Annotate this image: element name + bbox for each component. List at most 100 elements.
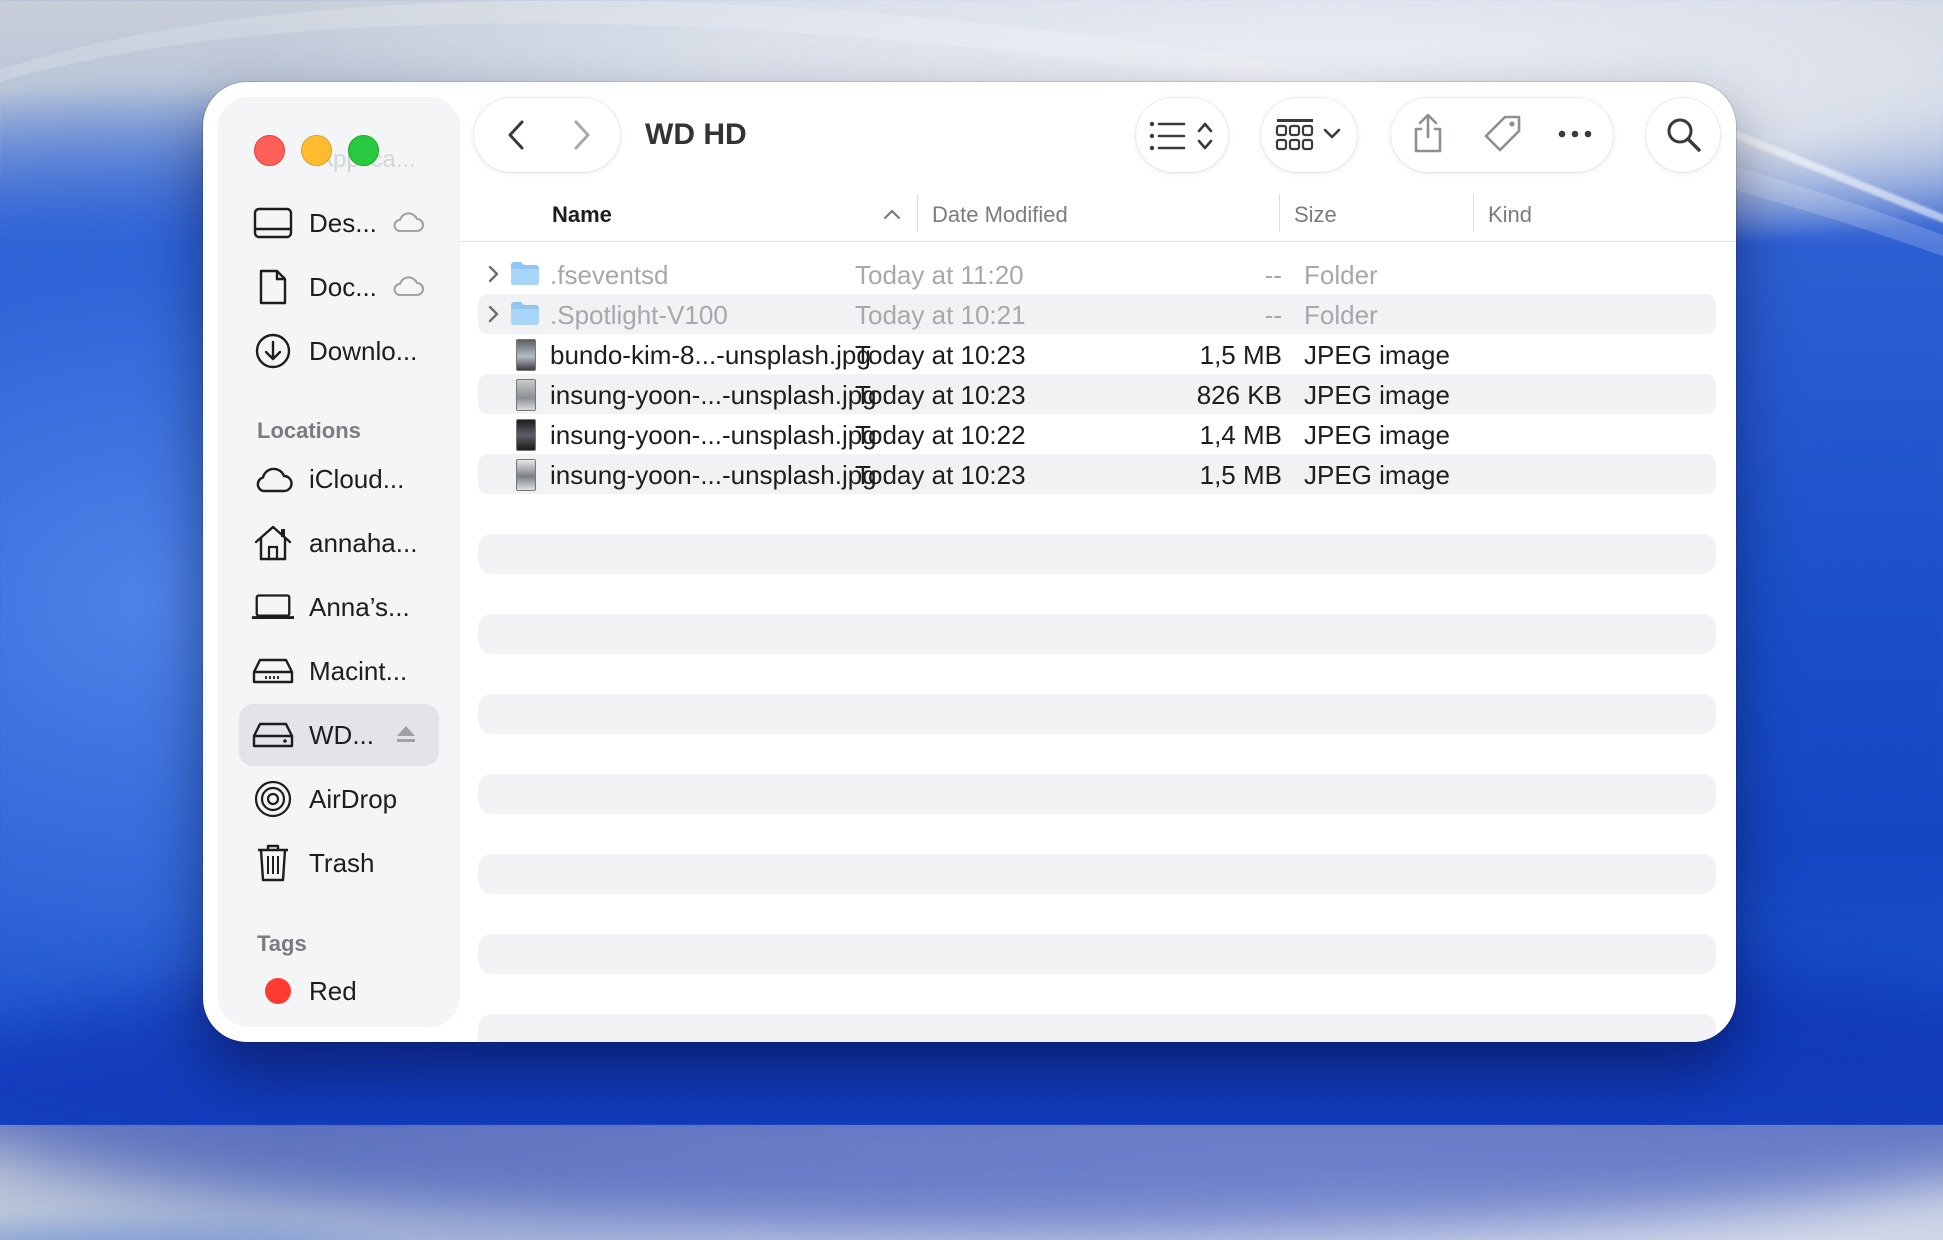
sidebar-item-documents[interactable]: Doc... [239, 256, 439, 318]
search-button[interactable] [1646, 98, 1720, 172]
table-row[interactable]: bundo-kim-8...-unsplash.jpg Today at 10:… [478, 334, 1716, 374]
file-kind: JPEG image [1304, 460, 1450, 490]
file-name: insung-yoon-...-unsplash.jpg [550, 380, 877, 410]
image-thumbnail-icon [516, 379, 536, 411]
empty-row [478, 934, 1716, 974]
sidebar-item-downloads[interactable]: Downlo... [239, 320, 439, 382]
document-icon [251, 265, 295, 309]
table-row[interactable]: insung-yoon-...-unsplash.jpg Today at 10… [478, 374, 1716, 414]
sidebar-item-home[interactable]: annaha... [239, 512, 439, 574]
sidebar-item-label: Red [309, 975, 357, 1006]
file-name: .Spotlight-V100 [550, 300, 728, 330]
sidebar: Applica... Des... Doc... [219, 98, 459, 1026]
file-date: Today at 10:23 [855, 380, 1026, 410]
more-icon[interactable] [1557, 128, 1593, 140]
sidebar-item-laptop[interactable]: Anna’s... [239, 576, 439, 638]
image-thumbnail-icon [516, 339, 536, 371]
chevron-left-icon[interactable] [498, 117, 534, 153]
internal-disk-icon [251, 649, 295, 693]
share-icon[interactable] [1411, 112, 1445, 154]
table-row[interactable]: insung-yoon-...-unsplash.jpg Today at 10… [478, 414, 1716, 454]
file-kind: Folder [1304, 260, 1378, 290]
file-size: 1,4 MB [1199, 420, 1282, 450]
sidebar-item-label: WD... [309, 719, 374, 750]
file-date: Today at 10:21 [855, 300, 1026, 330]
sidebar-item-label: Doc... [309, 271, 377, 302]
sidebar-item-label: Des... [309, 207, 377, 238]
sidebar-item-label: Trash [309, 847, 375, 878]
sidebar-item-desktop[interactable]: Des... [239, 192, 439, 254]
red-tag-dot [265, 978, 291, 1004]
zoom-button[interactable] [348, 135, 379, 166]
column-header-size[interactable]: Size [1294, 202, 1337, 228]
chevron-right-icon[interactable] [564, 117, 600, 153]
eject-icon[interactable] [395, 724, 417, 749]
cloud-icon [391, 210, 425, 239]
empty-row [478, 694, 1716, 734]
empty-row [478, 1014, 1716, 1042]
file-name: insung-yoon-...-unsplash.jpg [550, 420, 877, 450]
column-divider[interactable] [1279, 194, 1280, 232]
column-header-date[interactable]: Date Modified [932, 202, 1068, 228]
disclosure-chevron-icon[interactable] [486, 304, 500, 329]
cloud-icon [391, 274, 425, 303]
nav-button-group [474, 98, 620, 172]
table-row[interactable]: .fseventsd Today at 11:20 -- Folder [478, 254, 1716, 294]
search-icon [1665, 116, 1703, 154]
sidebar-item-airdrop[interactable]: AirDrop [239, 768, 439, 830]
sidebar-item-wd[interactable]: WD... [239, 704, 439, 766]
file-kind: Folder [1304, 300, 1378, 330]
sidebar-item-tag-red[interactable]: Red [239, 960, 439, 1022]
sidebar-item-label: annaha... [309, 527, 418, 558]
file-name: bundo-kim-8...-unsplash.jpg [550, 340, 871, 370]
disclosure-chevron-icon[interactable] [486, 264, 500, 289]
file-size: -- [1264, 300, 1282, 330]
file-date: Today at 10:23 [855, 340, 1026, 370]
finder-window: Applica... Des... Doc... [203, 82, 1736, 1042]
trash-icon [251, 841, 295, 885]
group-button[interactable] [1261, 98, 1357, 172]
table-row[interactable]: .Spotlight-V100 Today at 10:21 -- Folder [478, 294, 1716, 334]
download-icon [251, 329, 295, 373]
home-icon [251, 521, 295, 565]
column-divider[interactable] [917, 194, 918, 232]
file-kind: JPEG image [1304, 420, 1450, 450]
file-name: .fseventsd [550, 260, 669, 290]
image-thumbnail-icon [516, 419, 536, 451]
minimize-button[interactable] [301, 135, 332, 166]
grid-group-icon [1275, 116, 1345, 154]
sidebar-item-label: AirDrop [309, 783, 398, 814]
file-size: 1,5 MB [1199, 460, 1282, 490]
empty-row [478, 854, 1716, 894]
file-size: 826 KB [1196, 380, 1282, 410]
folder-icon [510, 260, 539, 288]
table-row[interactable]: insung-yoon-...-unsplash.jpg Today at 10… [478, 454, 1716, 494]
sidebar-item-macintosh[interactable]: Macint... [239, 640, 439, 702]
column-divider[interactable] [1473, 194, 1474, 232]
icloud-icon [251, 457, 295, 501]
empty-row [478, 774, 1716, 814]
sidebar-item-trash[interactable]: Trash [239, 832, 439, 894]
sidebar-item-label: Anna’s... [309, 591, 410, 622]
folder-icon [510, 300, 539, 328]
window-title: WD HD [645, 118, 747, 151]
image-thumbnail-icon [516, 459, 536, 491]
file-kind: JPEG image [1304, 340, 1450, 370]
sidebar-item-label: Downlo... [309, 335, 418, 366]
view-options-button[interactable] [1136, 98, 1228, 172]
column-header-kind[interactable]: Kind [1488, 202, 1532, 228]
column-header-name[interactable]: Name [552, 202, 612, 228]
desktop-icon [251, 201, 295, 245]
file-date: Today at 10:23 [855, 460, 1026, 490]
sort-ascending-icon[interactable] [883, 208, 901, 220]
close-button[interactable] [254, 135, 285, 166]
sidebar-item-label: iCloud... [309, 463, 405, 494]
actions-button-group [1391, 98, 1613, 172]
file-name: insung-yoon-...-unsplash.jpg [550, 460, 877, 490]
laptop-icon [251, 585, 295, 629]
file-kind: JPEG image [1304, 380, 1450, 410]
empty-row [478, 614, 1716, 654]
empty-row [478, 534, 1716, 574]
tag-icon[interactable] [1483, 114, 1523, 154]
sidebar-item-icloud[interactable]: iCloud... [239, 448, 439, 510]
